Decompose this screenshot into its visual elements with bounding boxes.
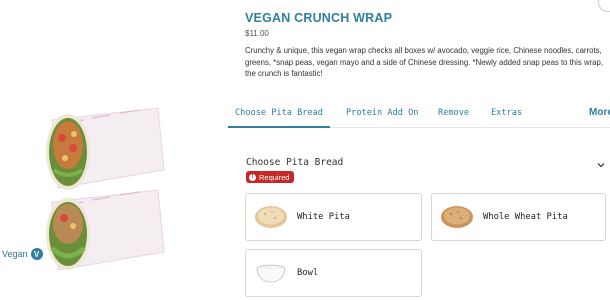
- wrap-image: [46, 107, 165, 270]
- product-image-panel: Vegan V: [0, 0, 228, 300]
- option-whole-wheat-pita[interactable]: Whole Wheat Pita: [431, 193, 606, 241]
- white-pita-icon: [255, 206, 287, 228]
- tab-remove[interactable]: Remove: [438, 98, 469, 128]
- section-title: Choose Pita Bread: [246, 157, 344, 168]
- tab-protein-add-on[interactable]: Protein Add On: [346, 98, 418, 128]
- tab-choose-pita-bread[interactable]: Choose Pita Bread: [228, 98, 330, 128]
- option-label: White Pita: [297, 212, 350, 222]
- product-description: Crunchy & unique, this vegan wrap checks…: [245, 46, 604, 79]
- product-price: $11.00: [245, 29, 269, 38]
- close-icon[interactable]: [598, 0, 610, 12]
- required-label: Required: [259, 172, 290, 182]
- option-label: Bowl: [297, 268, 319, 278]
- option-bowl[interactable]: Bowl: [245, 249, 422, 297]
- alert-icon: !: [249, 173, 256, 181]
- bowl-icon: [256, 264, 286, 283]
- chevron-down-icon[interactable]: [596, 160, 606, 170]
- tab-extras[interactable]: Extras: [491, 98, 522, 128]
- modifier-tabs: Choose Pita Bread Protein Add On Remove …: [228, 98, 610, 128]
- option-label: Whole Wheat Pita: [483, 212, 568, 222]
- vegan-label: Vegan: [2, 249, 28, 259]
- required-badge: ! Required: [246, 171, 295, 183]
- product-title: VEGAN CRUNCH WRAP: [245, 11, 393, 25]
- vegan-tag: Vegan V: [2, 248, 43, 260]
- tab-more[interactable]: More: [589, 98, 610, 128]
- option-white-pita[interactable]: White Pita: [245, 193, 422, 241]
- vegan-badge-icon: V: [30, 248, 43, 260]
- whole-wheat-pita-icon: [441, 206, 473, 228]
